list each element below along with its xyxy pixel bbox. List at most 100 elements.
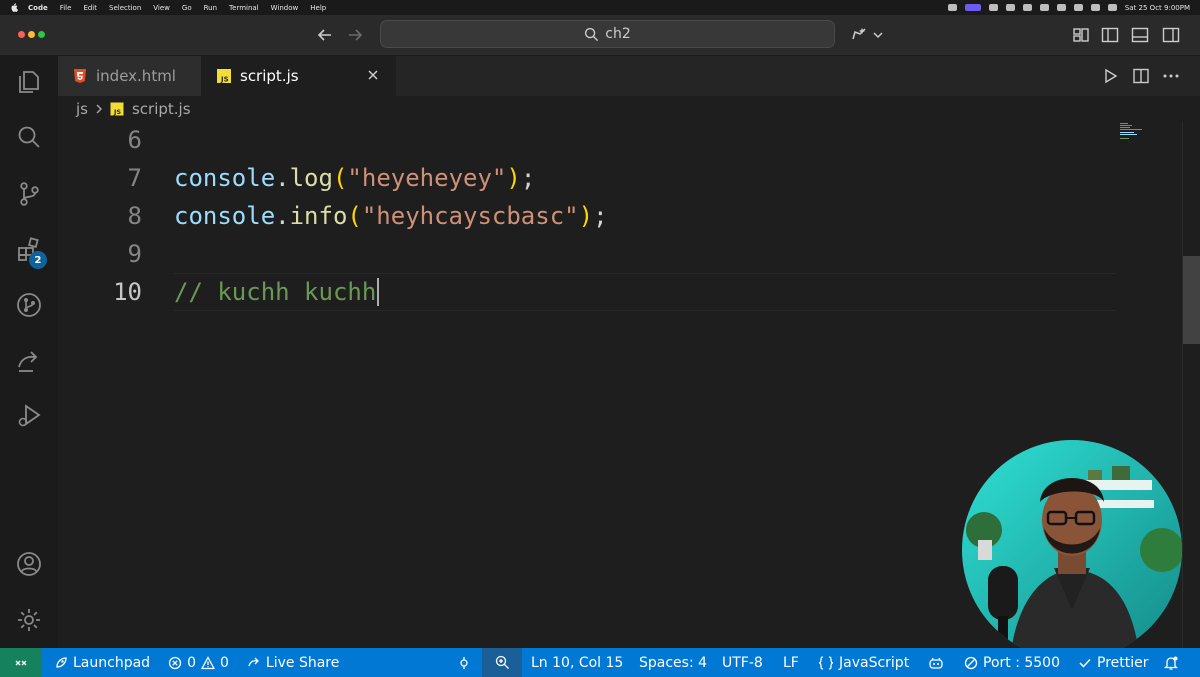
menu-app-name[interactable]: Code [28,4,48,12]
activity-bar: 2 [0,56,59,648]
breadcrumb-folder[interactable]: js [76,100,88,118]
copilot-icon[interactable] [850,25,870,45]
menu-selection[interactable]: Selection [109,4,141,12]
more-actions-icon[interactable] [1161,66,1181,86]
toggle-panel-icon[interactable] [1130,25,1150,45]
wifi-icon[interactable] [1073,4,1083,11]
code-token: ( [332,164,348,192]
code-token: ) [506,164,521,192]
live-share-icon [248,657,259,666]
language-mode-item[interactable]: JavaScript [818,648,909,677]
screen-record-icon[interactable] [964,4,981,11]
chevron-down-icon[interactable] [872,25,884,45]
status-bar: Launchpad 0 0 Live Share Ln 10, Col 15 S… [0,648,1200,677]
launchpad-item[interactable]: Launchpad [54,655,150,671]
customize-layout-icon[interactable] [1071,25,1091,45]
status-item-icon[interactable] [988,4,998,11]
code-text: console.info("heyhcayscbasc"); [174,197,608,235]
code-token: ; [593,202,608,230]
copilot-status-item[interactable] [928,648,944,677]
svg-text:JS: JS [113,108,121,116]
status-item-icon[interactable] [1039,4,1049,11]
live-server-port-item[interactable]: Port : 5500 [964,648,1060,677]
cursor-position: Ln 10, Col 15 [531,654,624,671]
breadcrumb-file[interactable]: script.js [132,100,191,118]
toggle-secondary-sidebar-icon[interactable] [1161,25,1181,45]
broadcast-off-icon [964,656,978,669]
warning-icon [200,655,215,669]
battery-icon[interactable] [1056,4,1066,11]
run-debug-icon[interactable] [15,402,43,430]
minimap[interactable] [1118,121,1158,151]
minimize-window-button[interactable] [28,31,35,38]
git-commit-icon [460,656,468,669]
cursor-position-item[interactable]: Ln 10, Col 15 [531,648,623,677]
close-icon[interactable] [366,68,380,82]
notifications-item[interactable] [1163,648,1179,677]
launchpad-label: Launchpad [73,654,151,671]
menu-clock[interactable]: Sat 25 Oct 9:00PM [1125,4,1190,12]
code-line[interactable]: 9 [58,235,1182,273]
tab-index-html[interactable]: index.html [58,56,202,96]
zoom-window-button[interactable] [38,31,45,38]
warning-count: 0 [219,654,229,671]
search-icon[interactable] [1090,4,1100,11]
gear-icon[interactable] [15,606,43,634]
code-line[interactable]: 10 // kuchh kuchh [58,273,1182,311]
control-center-icon[interactable] [1107,4,1117,11]
zoom-in-icon [495,655,509,669]
explorer-icon[interactable] [15,68,43,96]
toggle-primary-sidebar-icon[interactable] [1100,25,1120,45]
forward-arrow-icon[interactable] [346,26,364,44]
workspace-name: ch2 [605,26,631,42]
split-editor-icon[interactable] [1131,66,1151,86]
live-share-icon[interactable] [15,347,43,375]
git-graph-icon[interactable] [15,291,43,319]
back-arrow-icon[interactable] [316,26,334,44]
editor-scrollbar[interactable] [1182,121,1200,648]
encoding-item[interactable]: UTF-8 [722,648,763,677]
rocket-icon [56,656,67,668]
apple-icon[interactable] [10,3,18,12]
prettier-item[interactable]: Prettier [1078,648,1149,677]
live-share-item[interactable]: Live Share [247,655,339,671]
svg-text:JS: JS [220,76,229,84]
status-item-icon[interactable] [1005,4,1015,11]
menu-go[interactable]: Go [182,4,192,12]
scrollbar-thumb[interactable] [1183,256,1200,344]
menu-window[interactable]: Window [271,4,299,12]
account-icon[interactable] [15,550,43,578]
search-icon[interactable] [15,123,43,151]
menu-run[interactable]: Run [204,4,217,12]
eol-item[interactable]: LF [783,648,799,677]
search-icon [585,27,599,41]
indentation-label: Spaces: 4 [639,654,708,671]
source-control-icon[interactable] [15,180,43,208]
code-line[interactable]: 8 console.info("heyhcayscbasc"); [58,197,1182,235]
menu-file[interactable]: File [60,4,72,12]
code-text: // kuchh kuchh [174,273,376,311]
remote-indicator[interactable] [0,648,42,677]
zoom-indicator[interactable] [482,648,522,677]
code-line[interactable]: 6 [58,121,1182,159]
indentation-item[interactable]: Spaces: 4 [639,648,707,677]
js-icon: JS [217,69,231,84]
status-item-icon[interactable] [1022,4,1032,11]
status-item-icon[interactable] [947,4,957,11]
command-center-search[interactable]: ch2 [380,20,835,48]
code-line[interactable]: 7 console.log("heyeheyey"); [58,159,1182,197]
menu-view[interactable]: View [153,4,170,12]
line-number: 6 [127,126,142,154]
live-share-label: Live Share [265,654,340,671]
git-commit-item[interactable] [457,648,471,677]
port-label: Port : 5500 [983,654,1060,671]
close-window-button[interactable] [18,31,25,38]
run-code-icon[interactable] [1100,66,1120,86]
menu-help[interactable]: Help [310,4,326,12]
menu-terminal[interactable]: Terminal [229,4,259,12]
tab-script-js[interactable]: JS script.js [202,56,396,96]
menu-edit[interactable]: Edit [83,4,97,12]
problems-indicator[interactable]: 0 0 [168,655,229,671]
extensions-badge: 2 [29,251,47,269]
line-number: 7 [127,164,142,192]
